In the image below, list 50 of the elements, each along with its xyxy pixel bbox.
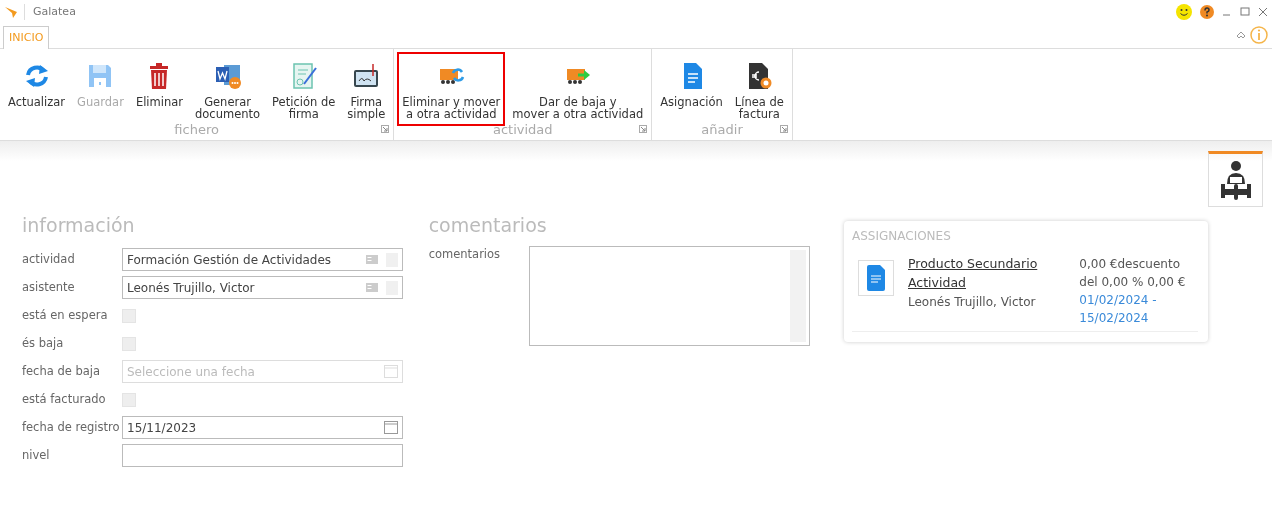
signature-tablet-icon (352, 62, 381, 90)
maximize-icon[interactable] (1240, 7, 1250, 17)
field-label: fecha de registro (22, 418, 121, 436)
lookup-field[interactable]: Leonés Trujillo, Victor (122, 276, 403, 299)
attendee-avatar[interactable] (1208, 151, 1263, 207)
help-icon[interactable] (1200, 5, 1214, 19)
word-document-icon (213, 62, 242, 90)
smiley-icon[interactable] (1176, 4, 1192, 20)
section-title: comentarios (428, 213, 548, 238)
card-title: ASSIGNACIONES (852, 228, 952, 245)
field-label: fecha de baja (22, 362, 102, 380)
ribbon-button[interactable]: Eliminar y mover a otra actividad (397, 52, 506, 126)
text-input[interactable]: Formación Gestión de Actividades (123, 249, 366, 270)
section-title: información (22, 213, 136, 238)
id-card-icon[interactable] (366, 283, 378, 292)
dialog-launcher-icon[interactable] (381, 124, 390, 133)
field-label: nivel (22, 446, 51, 464)
window-title: Galatea (24, 3, 76, 21)
product-link[interactable]: Producto Secundario Actividad (908, 255, 1072, 293)
info-icon[interactable] (1250, 26, 1268, 44)
field-label: és baja (22, 334, 65, 352)
checkbox[interactable] (122, 308, 136, 323)
comments-field[interactable] (528, 245, 810, 346)
date-range: 01/02/2024 - 15/02/2024 (1079, 292, 1158, 327)
field-label: comentarios (428, 245, 502, 263)
field-label: actividad (22, 250, 76, 268)
ribbon-button[interactable]: Firma simple (342, 52, 391, 126)
ribbon-button[interactable]: Petición de firma (267, 52, 341, 126)
text-input[interactable]: Leonés Trujillo, Victor (123, 277, 366, 298)
amount-text: 0,00 €descuento del 0,00 % 0,00 € (1079, 256, 1187, 291)
calendar-icon[interactable] (384, 421, 398, 434)
field-label: está en espera (22, 306, 109, 324)
document-icon (867, 265, 885, 291)
person-icon (1218, 160, 1253, 200)
id-card-icon[interactable] (366, 255, 378, 264)
field-label: asistente (22, 278, 76, 296)
dialog-launcher-icon[interactable] (779, 124, 788, 133)
close-icon[interactable] (1258, 7, 1268, 17)
dialog-launcher-icon[interactable] (639, 124, 648, 133)
checkbox[interactable] (122, 336, 136, 351)
group-label: añadir (701, 122, 743, 138)
checkbox[interactable] (122, 392, 136, 407)
collapse-ribbon-icon[interactable] (1236, 30, 1246, 40)
lookup-field[interactable]: Formación Gestión de Actividades (122, 248, 403, 271)
person-name: Leonés Trujillo, Victor (908, 293, 1037, 311)
ribbon-button[interactable]: Actualizar (3, 52, 71, 126)
date-field[interactable]: 15/11/2023 (122, 416, 403, 439)
app-logo-icon (4, 5, 18, 19)
field-label: está facturado (22, 390, 107, 408)
text-input[interactable]: 15/11/2023 (123, 417, 384, 438)
